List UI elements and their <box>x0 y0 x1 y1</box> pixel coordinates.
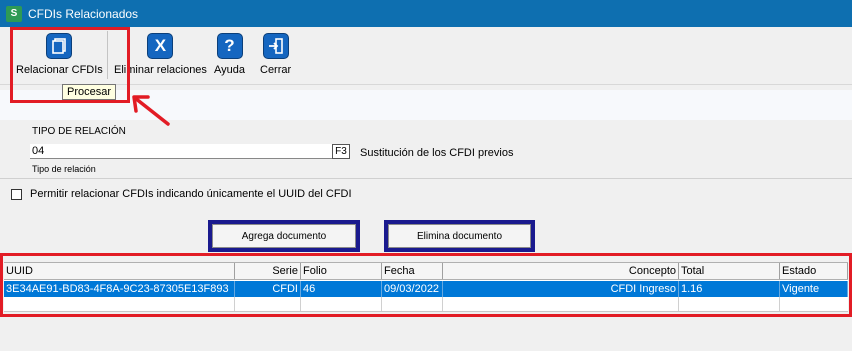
annotation-box-table <box>0 253 852 317</box>
title-bar: S CFDIs Relacionados <box>0 0 852 27</box>
window-title: CFDIs Relacionados <box>28 6 139 21</box>
cerrar-button[interactable]: Cerrar <box>260 33 291 76</box>
lookup-f3-button[interactable]: F3 <box>332 144 350 159</box>
app-icon: S <box>6 5 22 22</box>
relation-code-field[interactable]: 04 <box>30 144 332 159</box>
elimina-documento-frame: Elimina documento <box>384 220 535 252</box>
annotation-box-toolbar <box>10 27 130 103</box>
x-icon: X <box>147 33 174 59</box>
ayuda-button[interactable]: ? Ayuda <box>214 33 245 76</box>
exit-icon <box>262 33 289 59</box>
relation-heading: TIPO DE RELACIÓN <box>32 126 126 137</box>
agrega-documento-frame: Agrega documento <box>208 220 360 252</box>
relation-sublabel: Tipo de relación <box>32 164 96 174</box>
help-icon: ? <box>216 33 243 59</box>
agrega-documento-button[interactable]: Agrega documento <box>212 224 356 248</box>
elimina-documento-button[interactable]: Elimina documento <box>388 224 531 248</box>
annotation-arrow-icon <box>132 95 170 126</box>
ayuda-label: Ayuda <box>214 64 245 76</box>
uuid-only-label: Permitir relacionar CFDIs indicando únic… <box>30 188 352 200</box>
section-divider <box>0 178 852 179</box>
cerrar-label: Cerrar <box>260 64 292 76</box>
uuid-only-checkbox[interactable] <box>11 189 22 200</box>
relation-description: Sustitución de los CFDI previos <box>360 147 514 159</box>
